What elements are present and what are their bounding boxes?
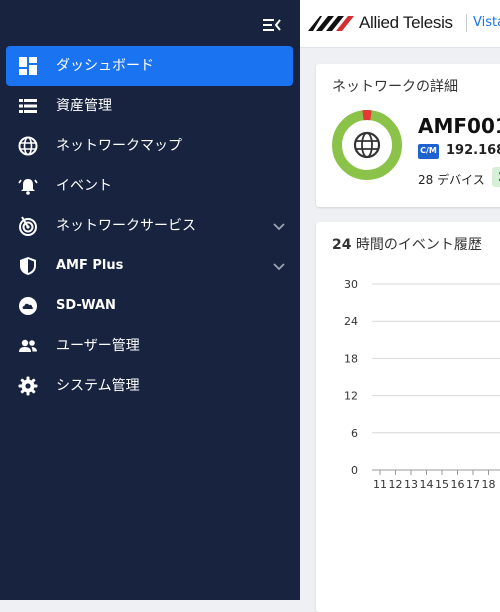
sidebar-item-events[interactable]: イベント [6,166,293,206]
card-title-number: 24 [332,237,352,253]
event-history-card: 24 時間のイベント履歴 0 6 12 18 24 30 11 12 13 14 15 16 17 18 [316,222,500,612]
network-details-card: ネットワークの詳細 AMF001 C/M 192.168. 28 デバイス 2 [316,64,500,207]
users-icon [18,336,38,356]
sidebar-item-label: ネットワークサービス [56,218,196,234]
x-tick-label: 11 [373,478,387,491]
sidebar-item-label: ネットワークマップ [56,138,182,154]
card-title-text: 時間のイベント履歴 [351,237,482,253]
device-name[interactable]: AMF001 [418,114,500,138]
sidebar-item-network-services[interactable]: ネットワークサービス [6,206,293,246]
alarm-icon [18,176,38,196]
sidebar-item-user-management[interactable]: ユーザー管理 [6,326,293,366]
globe-icon [18,136,38,156]
y-tick-label: 12 [344,390,358,403]
sidebar-item-label: SD-WAN [56,298,116,313]
sidebar-item-network-map[interactable]: ネットワークマップ [6,126,293,166]
sidebar-item-assets[interactable]: 資産管理 [6,86,293,126]
y-tick-label: 6 [351,427,358,440]
sidebar-item-amf-plus[interactable]: AMF Plus [6,246,293,286]
sidebar-item-label: ユーザー管理 [56,338,140,354]
network-health-ring[interactable] [332,110,402,180]
sidebar-item-label: ダッシュボード [56,58,154,74]
event-history-chart[interactable]: 061218243011 12 13 14 15 16 17 18 [316,262,500,502]
x-tick-label: 18 [482,478,496,491]
divider [466,14,467,32]
y-tick-label: 30 [344,278,358,291]
radar-icon [18,216,38,236]
sidebar-item-system-management[interactable]: システム管理 [6,366,293,406]
sidebar: ダッシュボード 資産管理 ネットワークマップ イベント ネットワークサービス A… [0,0,300,600]
x-tick-label: 14 [420,478,434,491]
y-tick-label: 0 [351,464,358,477]
allied-telesis-logo [308,13,358,37]
sidebar-item-label: AMF Plus [56,258,124,273]
cm-badge: C/M [418,144,439,159]
product-name[interactable]: Vista [473,15,500,30]
y-tick-label: 18 [344,352,358,365]
brand-name: Allied Telesis [359,13,453,32]
status-count-badge: 2 [492,167,500,187]
top-bar: Allied Telesis Vista [300,0,500,48]
dashboard-icon [18,56,38,76]
x-tick-label: 15 [435,478,449,491]
x-tick-label: 16 [451,478,465,491]
chevron-down-icon[interactable] [272,259,286,273]
chevron-down-icon[interactable] [272,219,286,233]
x-tick-label: 17 [466,478,480,491]
sidebar-item-dashboard[interactable]: ダッシュボード [6,46,293,86]
shield-icon [18,256,38,276]
collapse-menu-icon[interactable] [258,14,284,36]
card-title: 24 時間のイベント履歴 [332,234,482,254]
sidebar-item-sd-wan[interactable]: SD-WAN [6,286,293,326]
x-tick-label: 13 [404,478,418,491]
gear-icon [18,376,38,396]
device-count: 28 デバイス [418,173,485,187]
ip-address: 192.168. [446,143,500,158]
card-title: ネットワークの詳細 [332,79,458,95]
y-tick-label: 24 [344,315,358,328]
list-icon [18,96,38,116]
x-tick-label: 12 [389,478,403,491]
sidebar-item-label: 資産管理 [56,98,112,114]
sidebar-item-label: システム管理 [56,378,140,394]
cloud-icon [18,296,38,316]
sidebar-item-label: イベント [56,178,112,194]
